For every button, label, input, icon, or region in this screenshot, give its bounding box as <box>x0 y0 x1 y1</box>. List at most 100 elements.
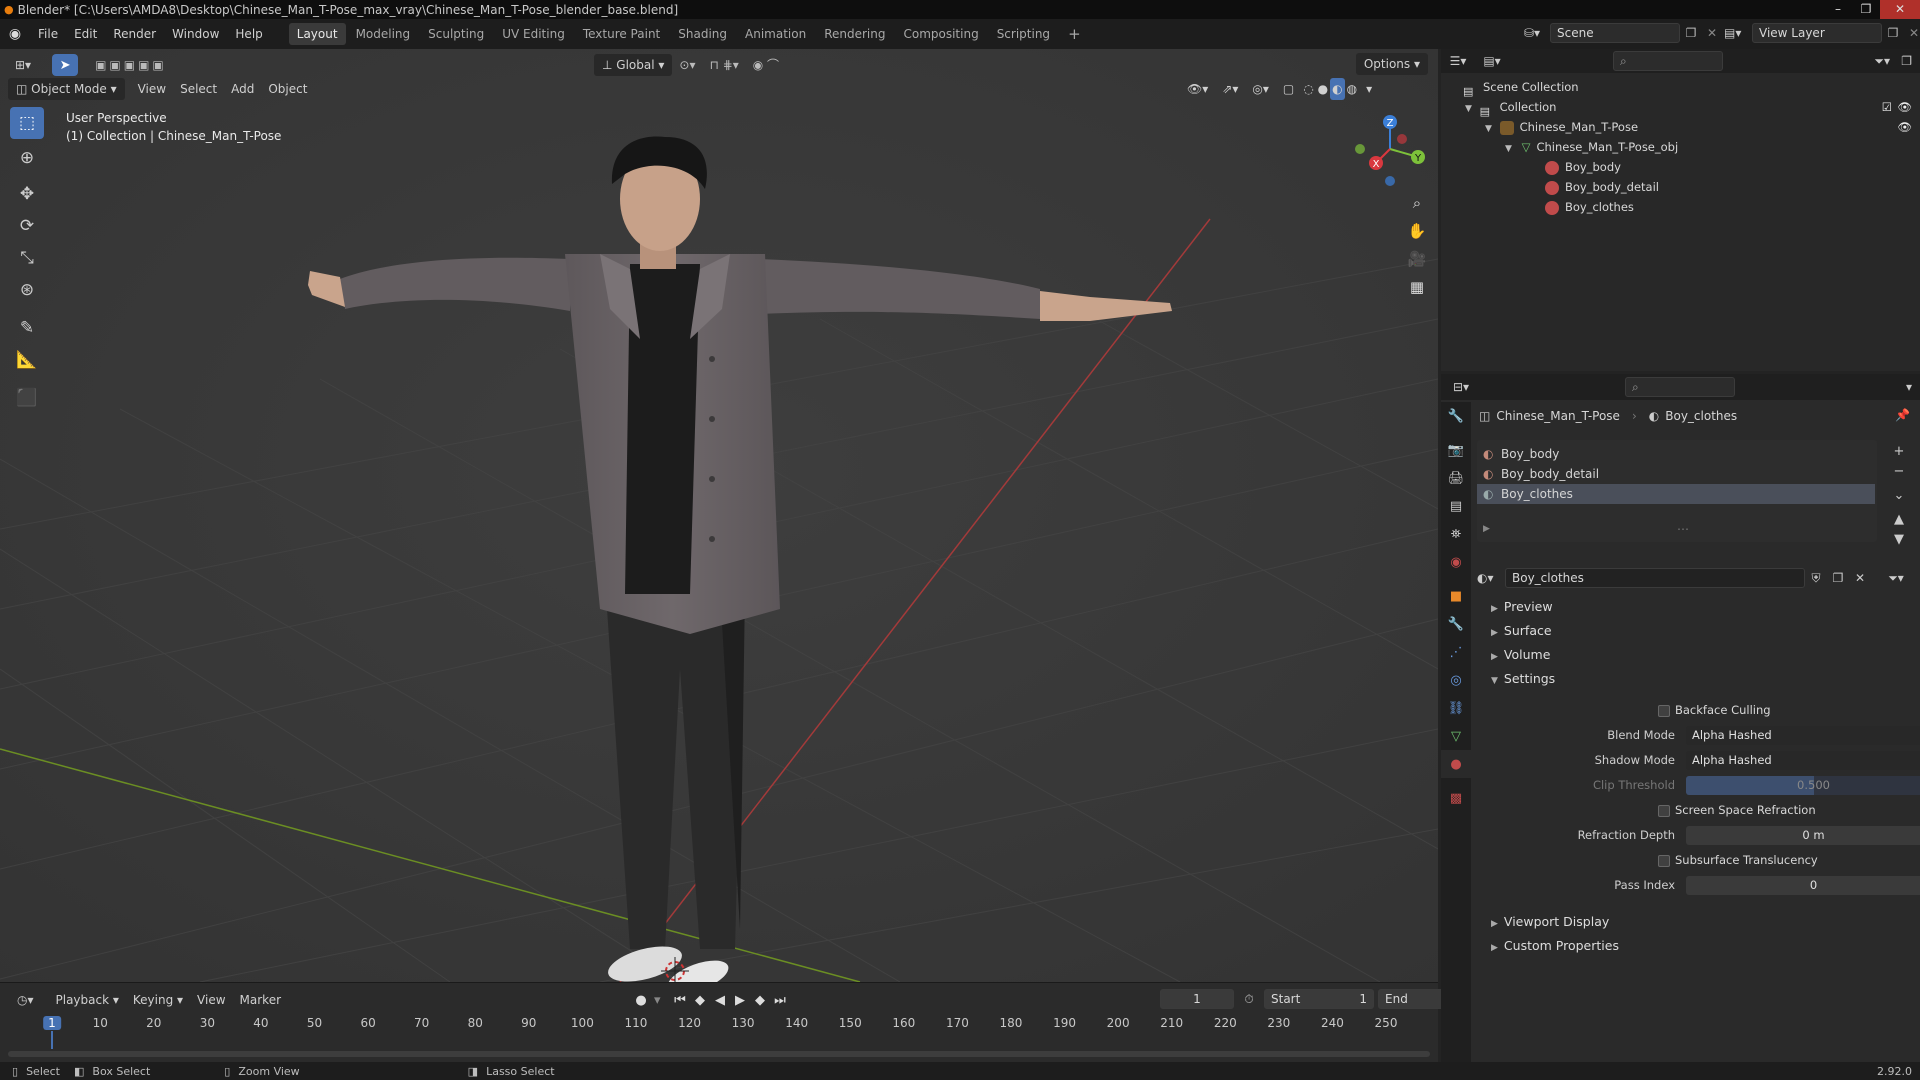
constraints-tab-icon[interactable]: ⛓ <box>1441 694 1471 722</box>
annotate-tool-icon[interactable]: ✎ <box>10 312 44 344</box>
expand-arrow-icon[interactable]: ▼ <box>1485 124 1492 134</box>
panel-custom-properties[interactable]: ▶ Custom Properties <box>1491 935 1619 957</box>
list-item[interactable]: ◐ Boy_clothes <box>1477 484 1875 504</box>
timeline-scrollbar[interactable] <box>8 1051 1430 1057</box>
scene-name-field[interactable]: Scene <box>1550 23 1680 43</box>
add-slot-icon[interactable]: + <box>1887 442 1911 462</box>
screen-space-refraction-checkbox[interactable] <box>1658 805 1670 817</box>
filter-icon[interactable]: ⏷▾ <box>1874 54 1890 69</box>
browse-material-icon[interactable]: ◐▾ <box>1477 571 1505 585</box>
fake-user-shield-icon[interactable]: ⛨ <box>1805 571 1827 586</box>
measure-tool-icon[interactable]: 📐 <box>10 344 44 376</box>
pass-index-field[interactable]: 0 <box>1686 876 1920 895</box>
transform-orientation-dropdown[interactable]: ⊥ Global ▾ <box>594 54 673 76</box>
list-item[interactable]: ◐ Boy_body <box>1477 444 1875 464</box>
outliner-row-material[interactable]: Boy_body <box>1441 157 1920 177</box>
expand-arrow-icon[interactable]: ▼ <box>1505 144 1512 154</box>
backface-culling-checkbox[interactable] <box>1658 705 1670 717</box>
panel-preview[interactable]: ▶ Preview <box>1491 596 1553 618</box>
shading-material-icon[interactable]: ◐ <box>1330 78 1345 100</box>
tab-texture-paint[interactable]: Texture Paint <box>575 23 668 45</box>
tab-rendering[interactable]: Rendering <box>816 23 893 45</box>
minimize-icon[interactable]: – <box>1824 0 1852 19</box>
rotate-tool-icon[interactable]: ⟳ <box>10 210 44 242</box>
move-up-icon[interactable]: ▲ <box>1887 510 1911 530</box>
transform-tool-icon[interactable]: ⊛ <box>10 274 44 306</box>
blend-mode-dropdown[interactable]: Alpha Hashed⌄ <box>1686 726 1920 745</box>
new-scene-icon[interactable]: ❐ <box>1680 26 1702 40</box>
viewport-menu-object[interactable]: Object <box>261 78 314 100</box>
pan-hand-icon[interactable]: ✋ <box>1402 217 1432 245</box>
display-mode-icon[interactable]: ▤▾ <box>1475 54 1509 68</box>
viewport-menu-add[interactable]: Add <box>224 78 261 100</box>
list-item[interactable]: ◐ Boy_body_detail <box>1477 464 1875 484</box>
world-tab-icon[interactable]: ◉ <box>1441 548 1471 576</box>
new-view-layer-icon[interactable]: ❐ <box>1882 26 1904 40</box>
add-cube-tool-icon[interactable]: ⬛ <box>10 382 44 414</box>
panel-surface[interactable]: ▶ Surface <box>1491 620 1552 642</box>
timeline-editor[interactable]: ◷▾ Playback ▾ Keying ▾ View Marker ● ▾ ⏮… <box>0 982 1488 1062</box>
snap-icon[interactable]: ⊓ ⋕▾ <box>702 54 745 76</box>
shadow-mode-dropdown[interactable]: Alpha Hashed⌄ <box>1686 751 1920 770</box>
duplicate-material-icon[interactable]: ❐ <box>1827 571 1849 585</box>
tab-scripting[interactable]: Scripting <box>989 23 1058 45</box>
new-collection-icon[interactable]: ❐ <box>1901 54 1912 68</box>
menu-file[interactable]: File <box>30 19 66 49</box>
outliner-row-mesh[interactable]: ▼ ▽ Chinese_Man_T-Pose_obj <box>1441 137 1920 157</box>
tab-modeling[interactable]: Modeling <box>348 23 419 45</box>
remove-slot-icon[interactable]: − <box>1887 462 1911 482</box>
object-mode-dropdown[interactable]: ◫ Object Mode ▾ <box>8 78 125 100</box>
subsurface-translucency-checkbox[interactable] <box>1658 855 1670 867</box>
link-type-icon[interactable]: ⏷▾ <box>1881 571 1911 586</box>
pin-icon[interactable]: 📌 <box>1895 408 1910 422</box>
menu-render[interactable]: Render <box>105 19 164 49</box>
outliner-row-material[interactable]: Boy_clothes <box>1441 197 1920 217</box>
tab-compositing[interactable]: Compositing <box>895 23 986 45</box>
properties-options-icon[interactable]: ▾ <box>1906 380 1912 394</box>
refraction-depth-field[interactable]: 0 m <box>1686 826 1920 845</box>
shading-options-icon[interactable]: ▾ <box>1359 78 1379 100</box>
expand-arrow-icon[interactable]: ▼ <box>1465 104 1472 114</box>
physics-tab-icon[interactable]: ◎ <box>1441 666 1471 694</box>
scene-icon[interactable]: ⛁▾ <box>1524 26 1550 40</box>
perspective-toggle-icon[interactable]: ▦ <box>1402 273 1432 301</box>
tab-sculpting[interactable]: Sculpting <box>420 23 492 45</box>
object-tab-icon[interactable]: ■ <box>1441 582 1471 610</box>
view-layer-tab-icon[interactable]: ▤ <box>1441 492 1471 520</box>
visibility-eye-icon[interactable]: 👁 <box>1897 97 1912 117</box>
output-tab-icon[interactable]: 🖨 <box>1441 464 1471 492</box>
move-down-icon[interactable]: ▼ <box>1887 530 1911 550</box>
material-tab-icon[interactable]: ● <box>1441 750 1471 778</box>
scene-tab-icon[interactable]: ⛯ <box>1441 520 1471 548</box>
menu-help[interactable]: Help <box>227 19 270 49</box>
panel-settings[interactable]: ▼ Settings <box>1491 668 1555 690</box>
visibility-eye-icon[interactable]: 👁 <box>1897 117 1912 137</box>
maximize-icon[interactable]: ❐ <box>1852 0 1880 19</box>
slot-specials-icon[interactable]: ⌄ <box>1887 486 1911 506</box>
unlink-material-icon[interactable]: ✕ <box>1849 571 1871 585</box>
list-filter-arrow-icon[interactable]: ▶ <box>1483 524 1490 534</box>
outliner-row-material[interactable]: Boy_body_detail <box>1441 177 1920 197</box>
tab-layout[interactable]: Layout <box>288 23 346 45</box>
xray-icon[interactable]: ▢ <box>1276 78 1301 100</box>
outliner-row-scene-collection[interactable]: ▤ Scene Collection <box>1441 77 1920 98</box>
exclude-checkbox-icon[interactable]: ☑ <box>1882 97 1892 117</box>
clip-threshold-slider[interactable]: 0.500 <box>1686 776 1920 795</box>
proportional-edit-icon[interactable]: ◉ ⌒ <box>746 54 786 76</box>
camera-view-icon[interactable]: 🎥 <box>1402 245 1432 273</box>
visibility-icon[interactable]: 👁▾ <box>1180 78 1215 100</box>
material-name-field[interactable]: Boy_clothes <box>1505 568 1805 588</box>
view-layer-field[interactable]: View Layer <box>1752 23 1882 43</box>
scale-tool-icon[interactable]: ⤡ <box>10 242 44 274</box>
editor-type-icon[interactable]: ⊞▾ <box>8 54 38 76</box>
panel-viewport-display[interactable]: ▶ Viewport Display <box>1491 911 1609 933</box>
outliner-row-object[interactable]: ▼ Chinese_Man_T-Pose 👁 <box>1441 117 1920 137</box>
viewport-menu-select[interactable]: Select <box>173 78 224 100</box>
viewport-menu-view[interactable]: View <box>131 78 173 100</box>
select-box-tool-icon[interactable]: ⬚ <box>10 107 44 139</box>
panel-volume[interactable]: ▶ Volume <box>1491 644 1550 666</box>
menu-window[interactable]: Window <box>164 19 227 49</box>
blender-menu-icon[interactable]: ◉ <box>0 26 30 42</box>
shading-wireframe-icon[interactable]: ◌ <box>1301 78 1315 100</box>
shading-solid-icon[interactable]: ● <box>1316 78 1330 100</box>
